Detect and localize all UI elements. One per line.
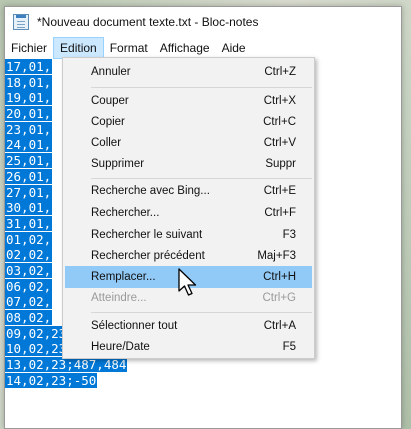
menu-item-rechercher-precedent[interactable]: Rechercher précédent Maj+F3: [65, 245, 312, 267]
menu-item-shortcut: Ctrl+C: [263, 116, 296, 128]
text-line: 14,02,23;-50: [5, 372, 98, 388]
menu-item-rechercher-suivant[interactable]: Rechercher le suivant F3: [65, 224, 312, 246]
menu-item-annuler[interactable]: Annuler Ctrl+Z: [65, 61, 312, 83]
menu-separator: [91, 87, 312, 88]
menu-item-couper[interactable]: Couper Ctrl+X: [65, 90, 312, 112]
menu-item-label: Coller: [91, 137, 122, 149]
menu-item-label: Annuler: [91, 66, 131, 78]
notepad-icon: [13, 14, 29, 30]
menu-item-supprimer[interactable]: Supprimer Suppr: [65, 153, 312, 175]
menu-item-recherche-bing[interactable]: Recherche avec Bing... Ctrl+E: [65, 180, 312, 202]
menu-separator: [91, 312, 312, 313]
mouse-pointer-icon: [178, 268, 197, 296]
title-bar[interactable]: *Nouveau document texte.txt - Bloc-notes: [5, 7, 401, 37]
menu-item-shortcut: Ctrl+X: [263, 95, 296, 107]
menu-item-label: Heure/Date: [91, 341, 150, 353]
menu-item-label: Supprimer: [91, 158, 145, 170]
menu-aide[interactable]: Aide: [216, 37, 252, 59]
menu-item-shortcut: F3: [282, 229, 296, 241]
menu-separator: [91, 178, 312, 179]
menu-item-shortcut: Ctrl+E: [263, 185, 296, 197]
menu-item-label: Recherche avec Bing...: [91, 185, 210, 197]
menu-item-shortcut: Ctrl+V: [263, 137, 296, 149]
menu-item-label: Rechercher...: [91, 207, 160, 219]
menu-item-selectionner-tout[interactable]: Sélectionner tout Ctrl+A: [65, 315, 312, 337]
menu-item-shortcut: F5: [282, 341, 296, 353]
menu-item-shortcut: Ctrl+G: [262, 292, 296, 304]
menu-fichier[interactable]: Fichier: [5, 37, 53, 59]
menu-affichage[interactable]: Affichage: [154, 37, 216, 59]
menu-item-shortcut: Maj+F3: [257, 250, 296, 262]
menu-edition[interactable]: Edition: [53, 37, 104, 59]
menu-item-shortcut: Ctrl+H: [263, 271, 296, 283]
menu-item-shortcut: Ctrl+A: [263, 320, 296, 332]
menu-item-label: Sélectionner tout: [91, 320, 178, 332]
menu-item-shortcut: Ctrl+F: [264, 207, 296, 219]
menu-item-label: Copier: [91, 116, 125, 128]
menu-item-shortcut: Ctrl+Z: [264, 66, 296, 78]
window-title: *Nouveau document texte.txt - Bloc-notes: [37, 15, 259, 29]
menu-item-shortcut: Suppr: [265, 158, 296, 170]
menu-item-label: Couper: [91, 95, 129, 107]
menu-bar: Fichier Edition Format Affichage Aide: [5, 37, 401, 59]
menu-item-copier[interactable]: Copier Ctrl+C: [65, 111, 312, 133]
menu-format[interactable]: Format: [104, 37, 154, 59]
menu-item-rechercher[interactable]: Rechercher... Ctrl+F: [65, 202, 312, 224]
menu-item-label: Rechercher précédent: [91, 250, 205, 262]
menu-item-label: Rechercher le suivant: [91, 229, 203, 241]
edition-dropdown-menu: Annuler Ctrl+Z Couper Ctrl+X Copier Ctrl…: [62, 57, 315, 359]
text-line: 13,02,23;487,484: [5, 357, 128, 373]
menu-item-label: Atteindre...: [91, 292, 147, 304]
menu-item-coller[interactable]: Coller Ctrl+V: [65, 132, 312, 154]
menu-item-heure-date[interactable]: Heure/Date F5: [65, 336, 312, 358]
menu-item-label: Remplacer...: [91, 271, 156, 283]
